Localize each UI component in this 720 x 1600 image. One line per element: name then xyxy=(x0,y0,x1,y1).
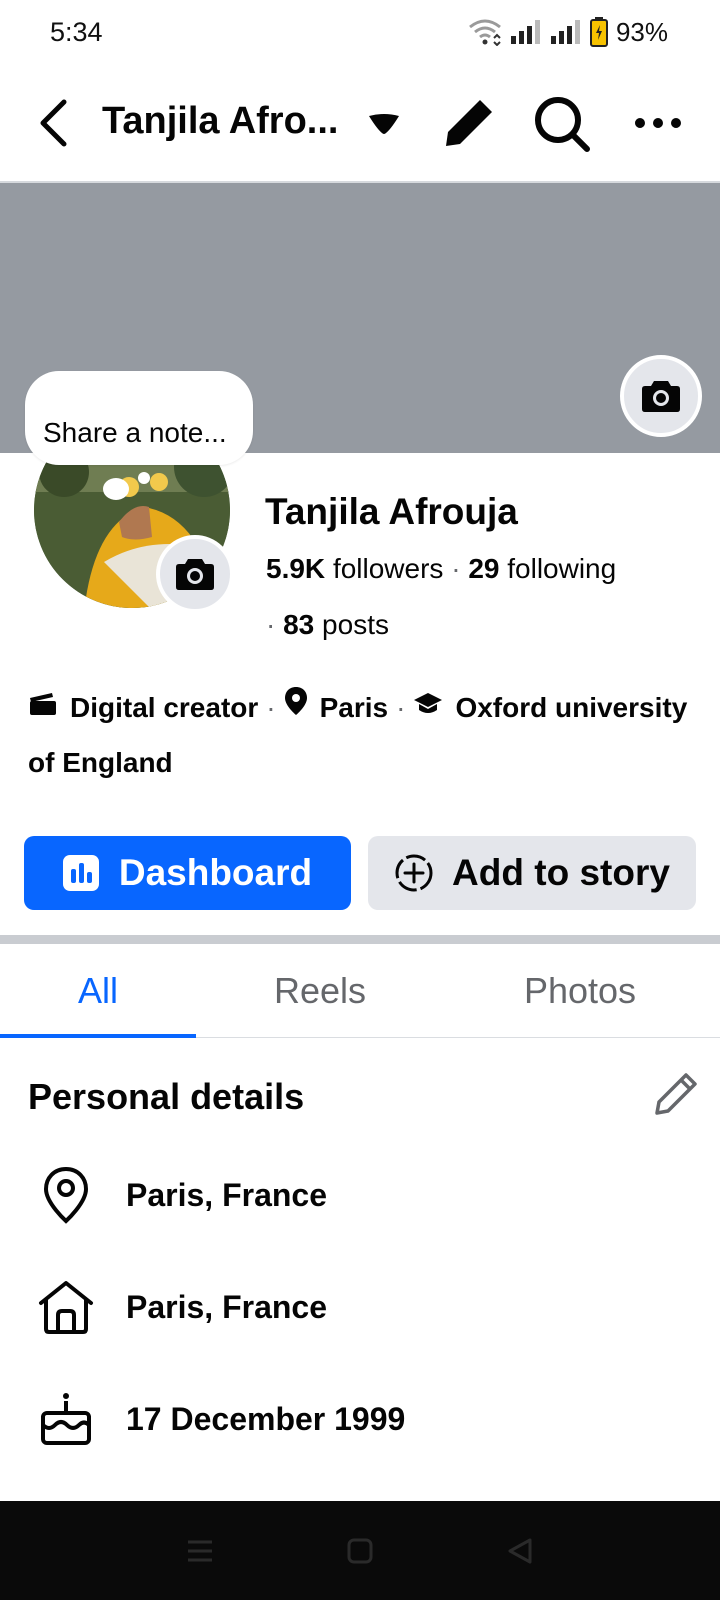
separator: · xyxy=(266,609,276,640)
profile-name: Tanjila Afrouja xyxy=(265,491,518,532)
wifi-icon xyxy=(469,19,501,46)
clapperboard-icon xyxy=(28,680,58,733)
camera-icon xyxy=(176,559,214,590)
location-pin-icon xyxy=(36,1163,96,1227)
birthday-cake-icon xyxy=(36,1387,96,1451)
signal-icon xyxy=(550,20,580,44)
camera-icon xyxy=(642,381,680,412)
status-time: 5:34 xyxy=(50,16,103,47)
share-note-bubble[interactable]: Share a note... xyxy=(25,371,253,465)
followers-label: followers xyxy=(332,553,444,584)
profile-tabs: All Reels Photos xyxy=(0,944,720,1038)
graduation-cap-icon xyxy=(413,680,443,733)
personal-detail-row[interactable]: 17 December 1999 xyxy=(36,1384,676,1454)
separator: · xyxy=(451,553,461,584)
location-text: Paris xyxy=(319,692,389,723)
add-to-story-button[interactable]: Add to story xyxy=(368,836,696,910)
add-circle-icon xyxy=(395,854,433,892)
following-count: 29 xyxy=(468,553,500,584)
note-placeholder: Share a note... xyxy=(43,417,227,448)
birthday-text: 17 December 1999 xyxy=(126,1400,406,1437)
menu-icon xyxy=(188,1540,212,1561)
followers-count: 5.9K xyxy=(266,553,326,584)
edit-profile-picture-button[interactable] xyxy=(156,535,234,613)
tab-reels[interactable]: Reels xyxy=(220,944,420,1038)
personal-detail-row[interactable]: Paris, France xyxy=(36,1272,676,1342)
battery-icon xyxy=(589,17,608,47)
edit-profile-button[interactable] xyxy=(440,94,498,152)
posts-label: posts xyxy=(322,609,389,640)
pencil-icon xyxy=(655,1073,697,1115)
posts-stats[interactable]: · 83 posts xyxy=(266,609,389,641)
profile-intro: Digital creator · Paris · Oxford universit… xyxy=(28,681,698,789)
search-button[interactable] xyxy=(532,94,592,154)
status-bar: 5:34 93% xyxy=(0,0,720,64)
dashboard-button[interactable]: Dashboard xyxy=(24,836,351,910)
personal-details-title: Personal details xyxy=(28,1076,305,1117)
hometown-text: Paris, France xyxy=(126,1288,327,1325)
tab-all[interactable]: All xyxy=(0,944,196,1038)
dashboard-label: Dashboard xyxy=(118,852,313,893)
profile-switch-dropdown[interactable] xyxy=(364,106,404,142)
location-pin-icon xyxy=(284,680,308,733)
personal-detail-row[interactable]: Paris, France xyxy=(36,1160,676,1230)
arrow-left-icon xyxy=(40,99,67,147)
caret-down-icon xyxy=(369,114,399,134)
system-navigation-bar xyxy=(0,1501,720,1600)
edit-personal-details-button[interactable] xyxy=(650,1068,702,1120)
pencil-icon xyxy=(446,100,492,146)
following-label: following xyxy=(507,553,617,584)
tab-photos[interactable]: Photos xyxy=(470,944,690,1038)
signal-icon xyxy=(510,20,540,44)
status-indicators: 93% xyxy=(468,17,668,48)
square-icon xyxy=(347,1538,373,1563)
followers-stats[interactable]: 5.9K followers · 29 following xyxy=(266,553,616,585)
more-options-button[interactable] xyxy=(628,98,688,148)
recent-apps-button[interactable] xyxy=(170,1521,230,1581)
note-bubble-tail xyxy=(103,478,129,500)
triangle-back-icon xyxy=(508,1538,532,1563)
edit-cover-photo-button[interactable] xyxy=(620,355,702,437)
separator: · xyxy=(266,692,276,723)
section-divider xyxy=(0,935,720,944)
back-button[interactable] xyxy=(30,98,76,148)
page-title[interactable]: Tanjila Afro... xyxy=(102,100,338,143)
search-icon xyxy=(535,97,590,152)
bar-chart-icon xyxy=(62,855,99,891)
home-button[interactable] xyxy=(330,1521,390,1581)
current-city-text: Paris, France xyxy=(126,1176,327,1213)
posts-count: 83 xyxy=(283,609,315,640)
ellipsis-icon xyxy=(635,118,681,128)
category-text: Digital creator xyxy=(70,692,259,723)
add-to-story-label: Add to story xyxy=(452,852,670,893)
back-nav-button[interactable] xyxy=(490,1521,550,1581)
battery-percent: 93% xyxy=(615,16,668,47)
active-tab-indicator xyxy=(0,1034,196,1038)
home-icon xyxy=(36,1275,96,1339)
profile-header: Tanjila Afro... xyxy=(0,80,720,166)
separator: · xyxy=(396,692,406,723)
